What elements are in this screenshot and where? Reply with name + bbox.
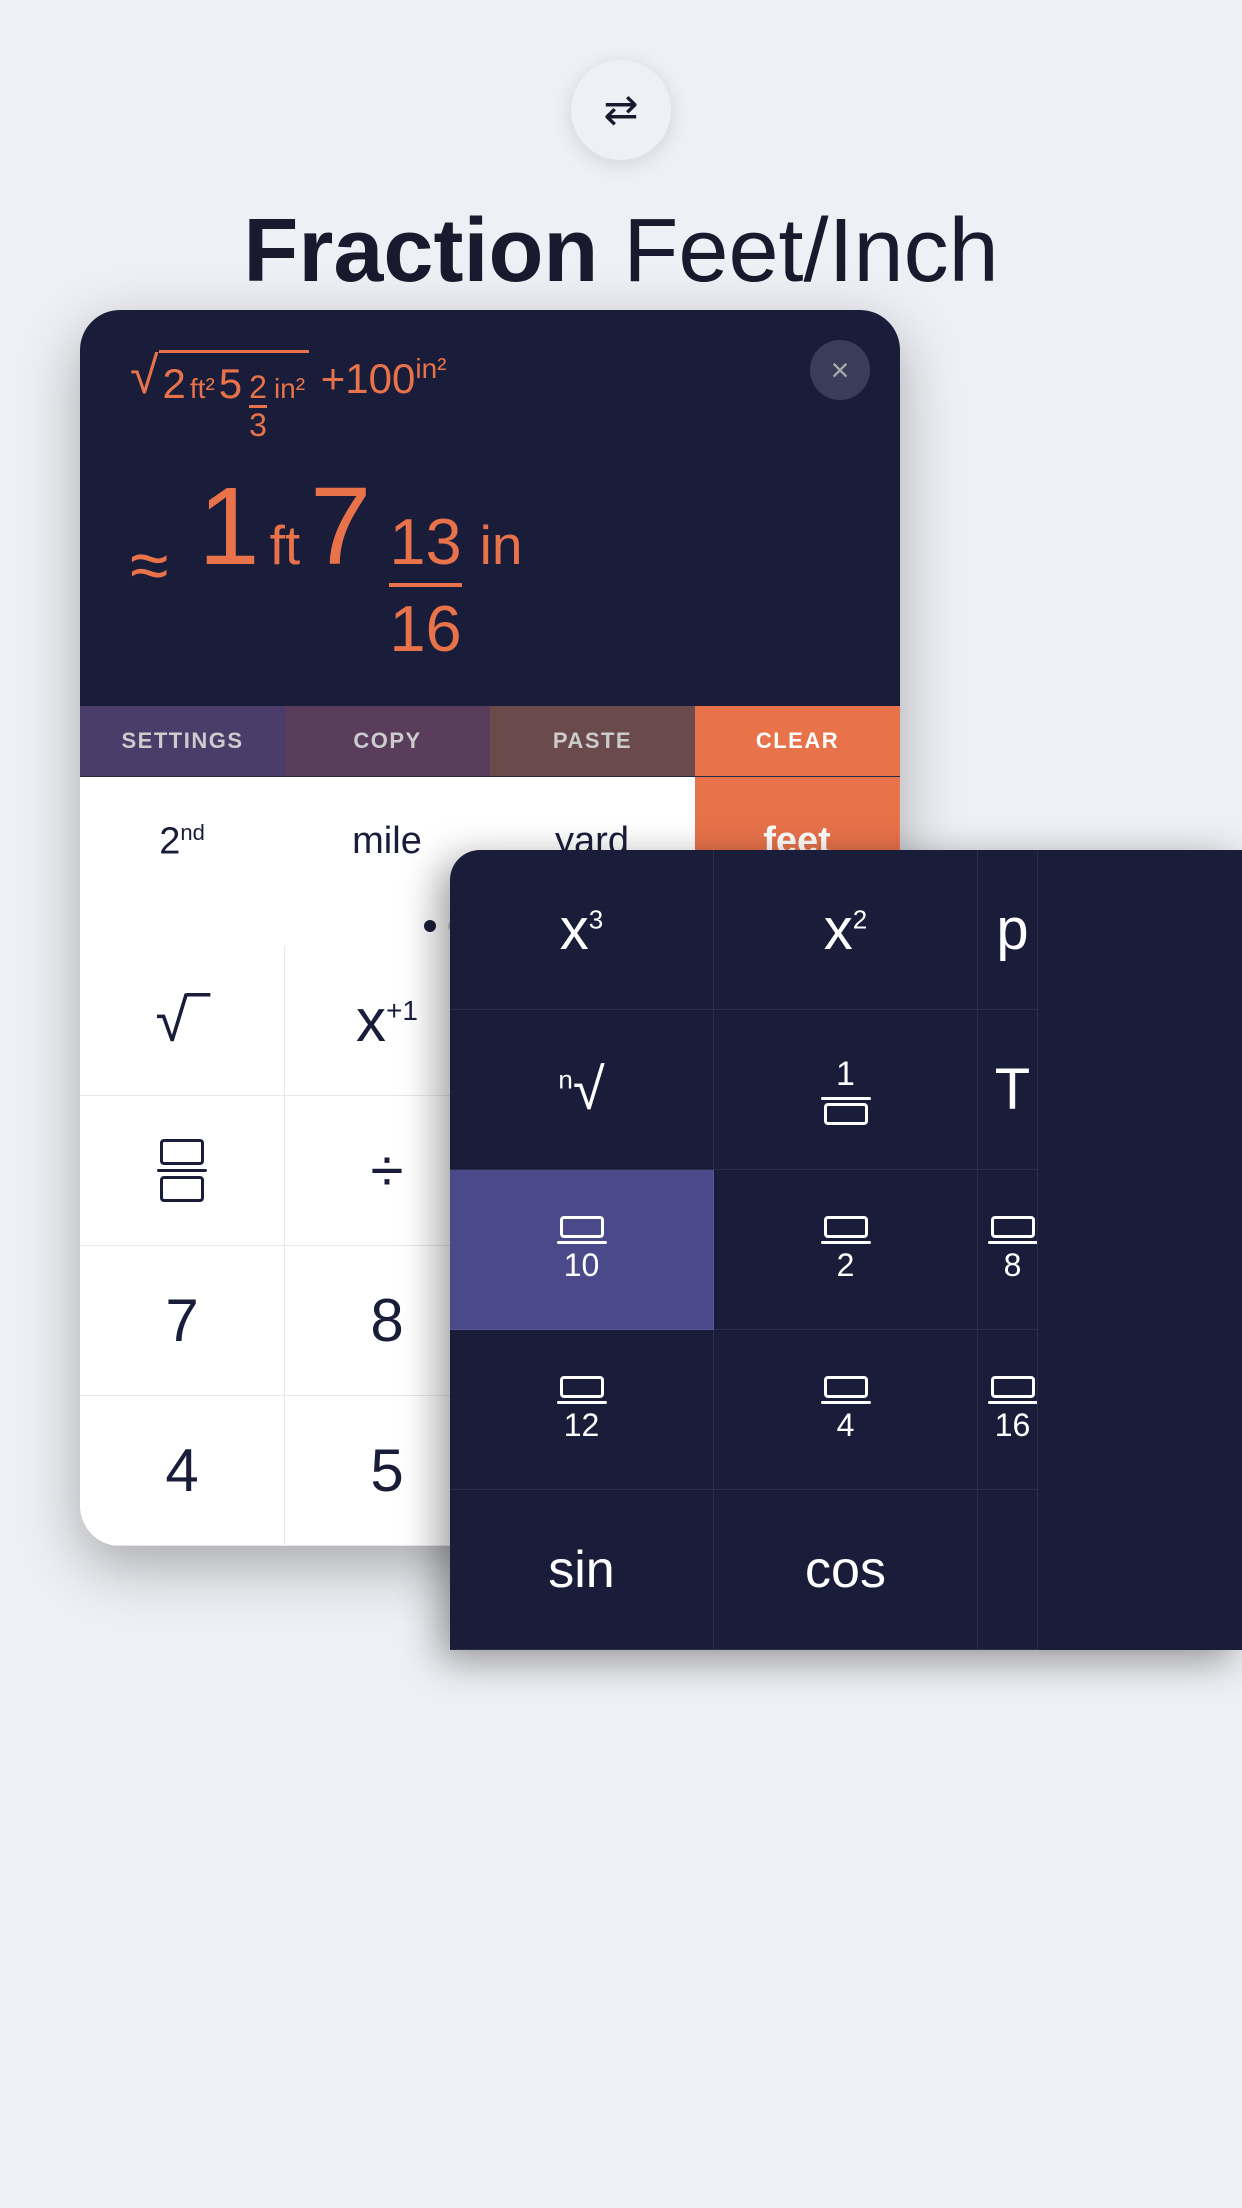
frac10-key[interactable]: 10	[450, 1170, 714, 1330]
frac12-key[interactable]: 12	[450, 1330, 714, 1490]
input-expression: √ 2ft² 5 2 3 in² +100in²	[130, 350, 850, 443]
top-section: ⇄ Fraction Feet/Inch	[0, 0, 1242, 304]
approx-sign: ≈	[130, 525, 168, 605]
action-bar: SETTINGS COPY PASTE CLEAR	[80, 706, 900, 776]
sin-key[interactable]: sin	[450, 1490, 714, 1650]
swap-button[interactable]: ⇄	[571, 60, 671, 160]
cos-partial-key	[978, 1490, 1038, 1650]
xsquared-key[interactable]: x2	[714, 850, 978, 1010]
sqrt-key[interactable]: √‾	[80, 946, 285, 1096]
partial-key[interactable]: p	[978, 850, 1038, 1010]
copy-button[interactable]: COPY	[285, 706, 490, 776]
xcubed-key[interactable]: x3	[450, 850, 714, 1010]
frac4-key[interactable]: 4	[714, 1330, 978, 1490]
swap-icon: ⇄	[603, 89, 638, 131]
fraction-line	[389, 583, 461, 587]
nthroot-key[interactable]: n√	[450, 1010, 714, 1170]
title-light: Feet/Inch	[598, 201, 998, 301]
key-7[interactable]: 7	[80, 1246, 285, 1396]
key-4[interactable]: 4	[80, 1396, 285, 1546]
dot-1	[424, 920, 436, 932]
paste-button[interactable]: PASTE	[490, 706, 695, 776]
sqrt-expression: √ 2ft² 5 2 3 in²	[130, 350, 309, 443]
fraction-numerator: 13	[389, 504, 461, 579]
result-value: 1 ft 7 13 16 in	[198, 463, 522, 666]
result-feet-unit: ft	[270, 513, 301, 577]
cos-key[interactable]: cos	[714, 1490, 978, 1650]
result-inches-unit: in	[480, 513, 523, 577]
unit-2nd-button[interactable]: 2nd	[80, 777, 285, 906]
title: Fraction Feet/Inch	[243, 200, 998, 304]
fraction-denominator: 16	[389, 591, 461, 666]
result-feet-whole: 1	[198, 463, 259, 590]
reciprocal-key[interactable]: 1	[714, 1010, 978, 1170]
close-button[interactable]: ×	[810, 340, 870, 400]
frac8-partial-key[interactable]: 8	[978, 1170, 1038, 1330]
clear-button[interactable]: CLEAR	[695, 706, 900, 776]
t-partial-key[interactable]: T	[978, 1010, 1038, 1170]
frac16-partial-key[interactable]: 16	[978, 1330, 1038, 1490]
title-bold: Fraction	[243, 201, 598, 301]
frac2-key[interactable]: 2	[714, 1170, 978, 1330]
result-row: ≈ 1 ft 7 13 16 in	[130, 463, 850, 686]
settings-button[interactable]: SETTINGS	[80, 706, 285, 776]
overlay-grid: x3 x2 p n√ 1 T 10 2	[450, 850, 1242, 1650]
display-area: × √ 2ft² 5 2 3 in² +100in²	[80, 310, 900, 706]
result-fraction: 13 16	[389, 504, 461, 666]
fraction-key[interactable]	[80, 1096, 285, 1246]
close-icon: ×	[831, 352, 850, 389]
result-inches-whole: 7	[310, 463, 371, 590]
overlay-panel: x3 x2 p n√ 1 T 10 2	[450, 850, 1242, 1650]
